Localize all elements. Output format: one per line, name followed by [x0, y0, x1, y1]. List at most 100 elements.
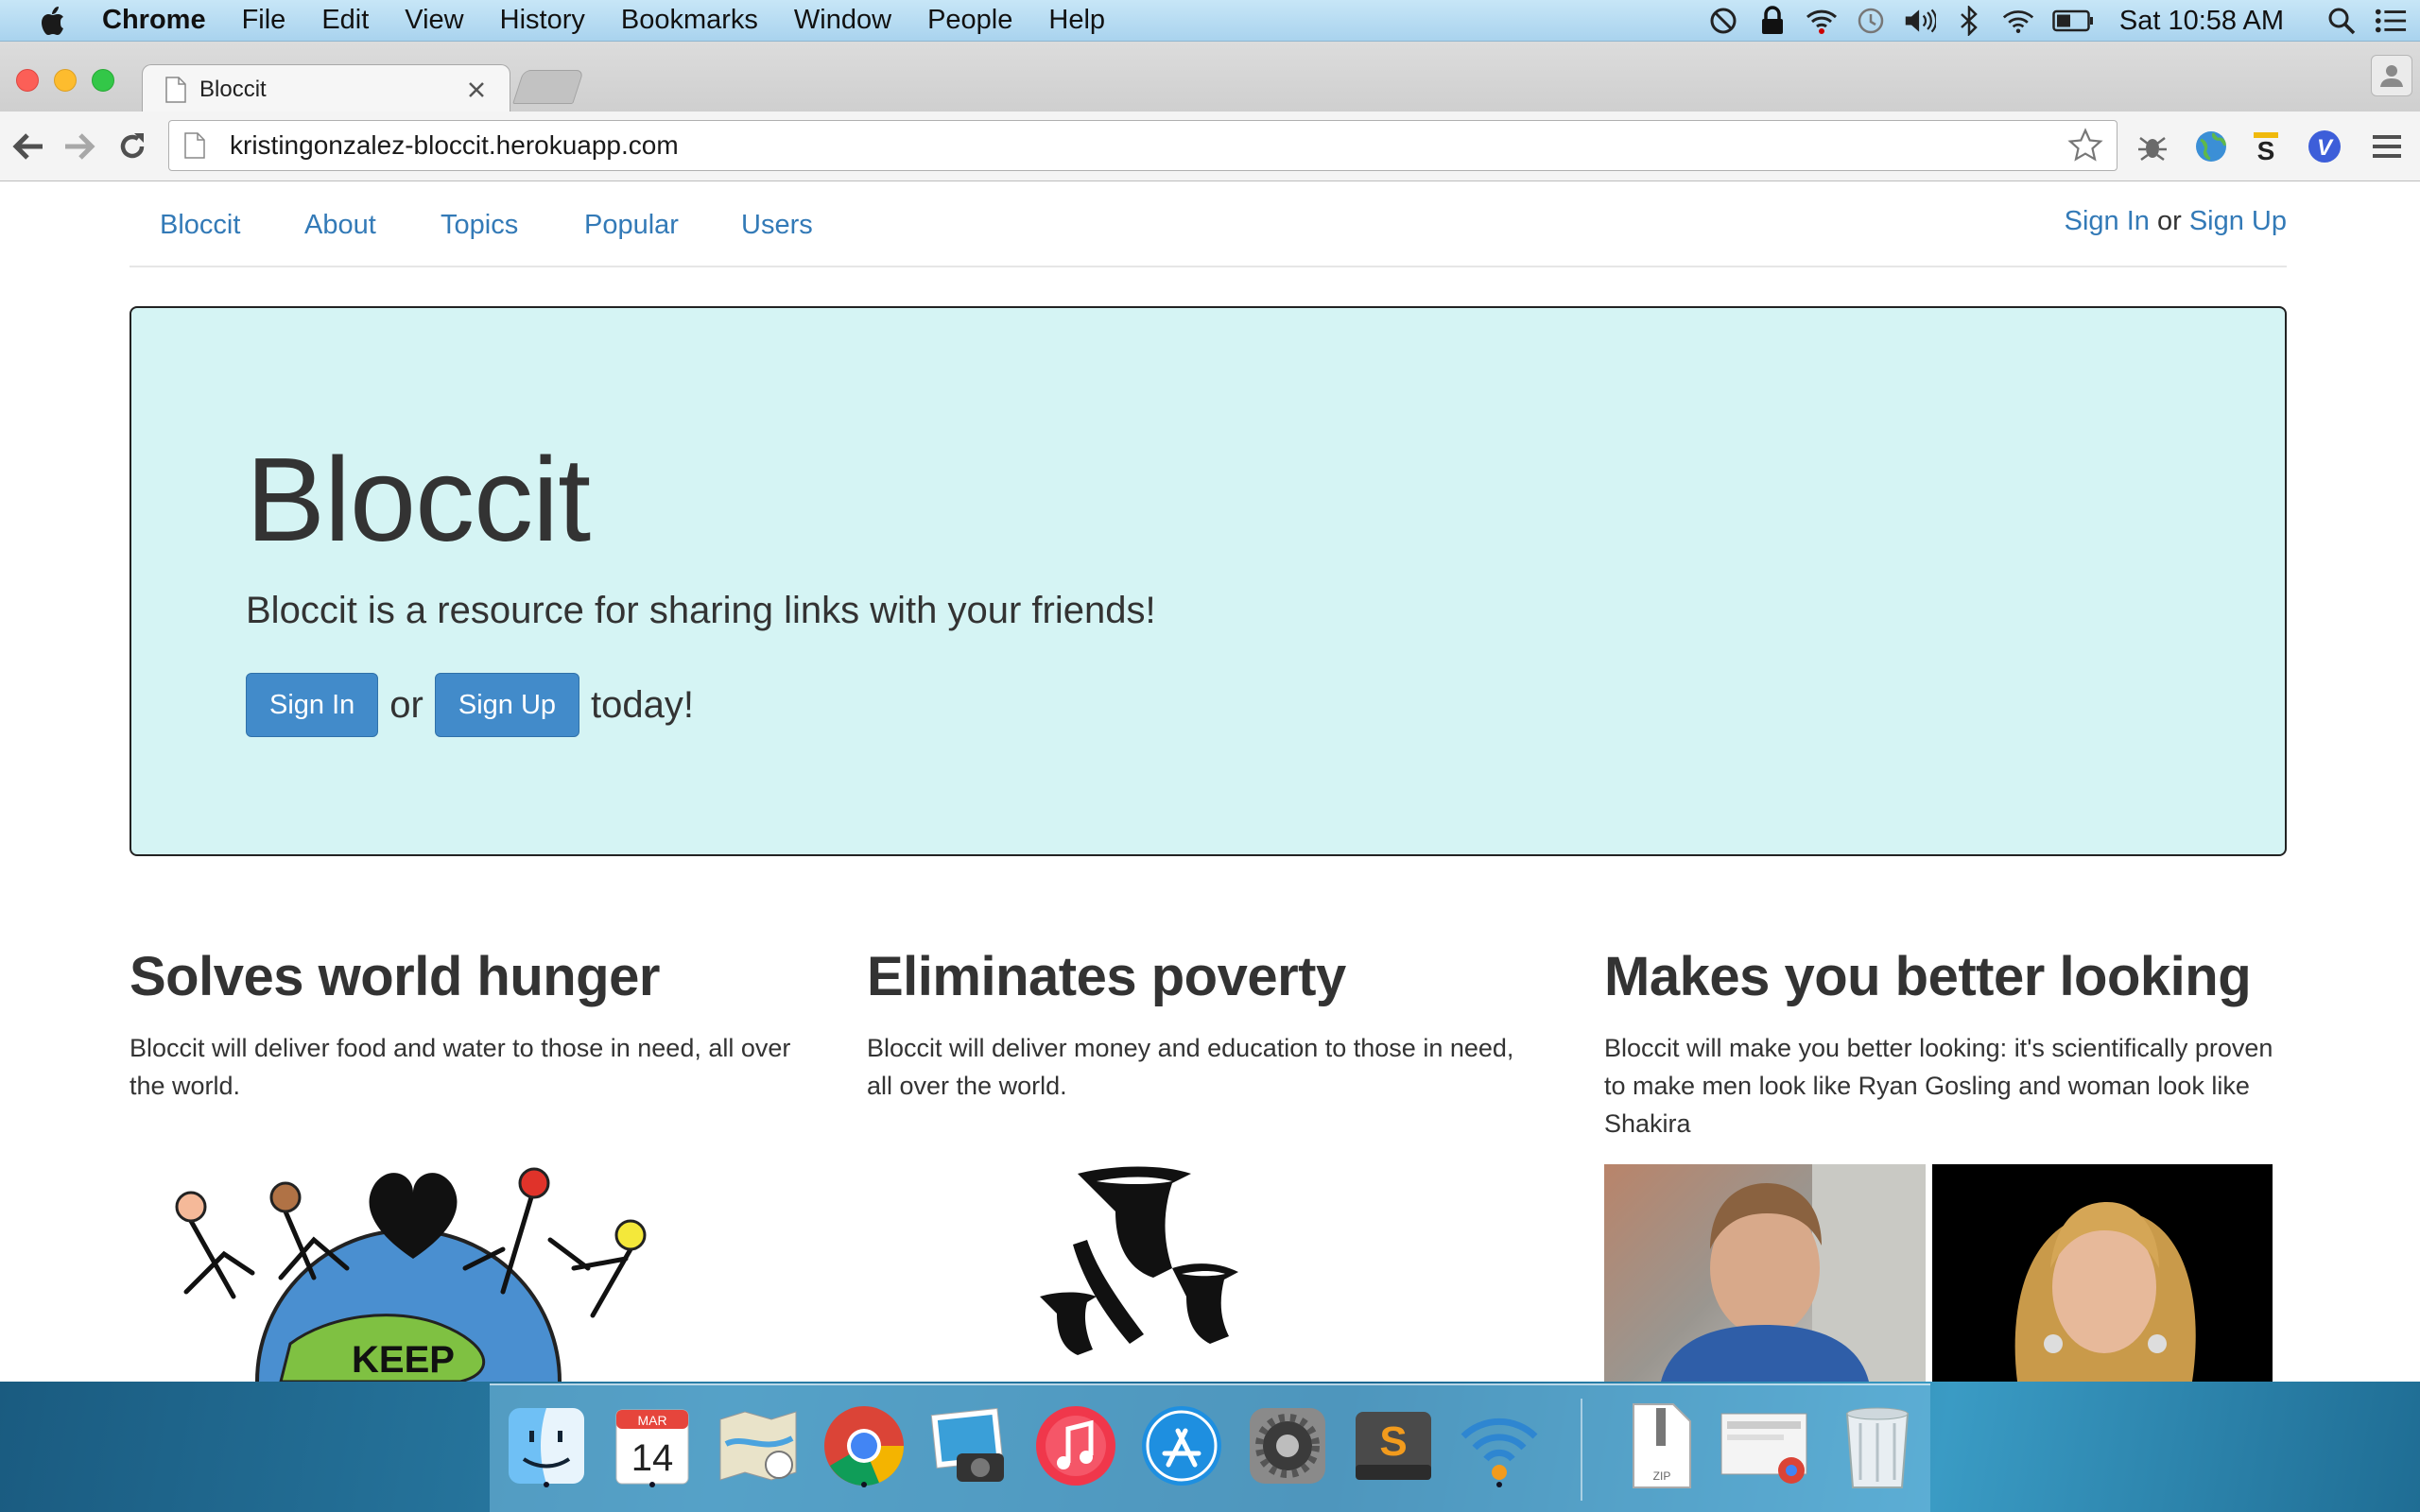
sublime-text-icon: S [1356, 1412, 1431, 1480]
web-page: Bloccit About Topics Popular Users Sign … [0, 181, 2420, 1382]
back-arrow-icon [12, 133, 43, 160]
time-machine-icon[interactable] [1855, 5, 1887, 37]
finder-icon [509, 1408, 584, 1484]
nav-bloccit[interactable]: Bloccit [160, 210, 240, 241]
extension-s-icon[interactable]: S [2246, 127, 2286, 166]
browser-toolbar: kristingonzalez-bloccit.herokuapp.com S … [0, 112, 2420, 181]
zip-label: ZIP [1653, 1469, 1671, 1483]
nav-sign-in-link[interactable]: Sign In [2065, 206, 2150, 236]
apple-logo-icon[interactable] [38, 5, 66, 37]
poverty-illustration [1030, 1155, 1276, 1382]
menu-bookmarks[interactable]: Bookmarks [621, 5, 758, 36]
reload-button[interactable] [113, 128, 151, 165]
menu-window[interactable]: Window [794, 5, 891, 36]
svg-text:S: S [2257, 136, 2275, 164]
running-indicator [649, 1482, 655, 1487]
running-indicator [861, 1482, 867, 1487]
feature-title: Makes you better looking [1604, 946, 2252, 1007]
dock-itunes[interactable] [1030, 1400, 1121, 1491]
nav-sign-up-link[interactable]: Sign Up [2189, 206, 2287, 236]
feature-title: Solves world hunger [130, 946, 660, 1007]
dock-network-utility[interactable] [1454, 1400, 1545, 1491]
notification-center-icon[interactable] [2375, 5, 2407, 37]
wifi-icon[interactable] [2002, 5, 2034, 37]
dock-finder[interactable] [501, 1400, 592, 1491]
feature-text: Bloccit will deliver food and water to t… [130, 1034, 791, 1100]
bookmark-star-icon[interactable] [2067, 128, 2103, 163]
svg-text:V: V [2317, 135, 2334, 161]
nav-about[interactable]: About [304, 210, 376, 241]
page-icon [184, 132, 205, 159]
volume-icon[interactable] [1904, 5, 1936, 37]
cta-today-text: today! [591, 683, 695, 726]
dock-iphoto[interactable] [925, 1400, 1015, 1491]
music-icon [1036, 1406, 1115, 1486]
lock-icon[interactable] [1756, 5, 1789, 37]
feature-title: Eliminates poverty [867, 946, 1346, 1007]
dock-zip-file[interactable]: ZIP [1616, 1400, 1707, 1491]
dock-sublime-text[interactable]: S [1348, 1400, 1439, 1491]
dock-trash[interactable] [1832, 1400, 1923, 1491]
menu-app-name[interactable]: Chrome [102, 5, 206, 36]
page-icon [165, 76, 186, 103]
do-not-disturb-icon[interactable] [1707, 5, 1739, 37]
downloads-stack-icon [1720, 1413, 1807, 1484]
auth-links: Sign In or Sign Up [2065, 206, 2287, 237]
tab-close-icon[interactable] [466, 79, 487, 100]
menu-edit[interactable]: Edit [321, 5, 369, 36]
dock-calendar[interactable]: MAR 14 [607, 1400, 698, 1491]
menu-people[interactable]: People [927, 5, 1012, 36]
bluetooth-icon[interactable] [1953, 5, 1985, 37]
browser-tab[interactable]: Bloccit [142, 64, 510, 113]
menu-help[interactable]: Help [1048, 5, 1105, 36]
extension-globe-icon[interactable] [2191, 127, 2231, 166]
reload-icon [120, 133, 145, 159]
wifi-lock-icon[interactable] [1806, 5, 1838, 37]
back-button[interactable] [9, 128, 47, 165]
menu-bar: Chrome File Edit View History Bookmarks … [0, 0, 2420, 42]
chrome-menu-icon[interactable] [2367, 127, 2407, 166]
menu-history[interactable]: History [500, 5, 585, 36]
window-minimize-button[interactable] [54, 69, 77, 92]
person-icon [2380, 65, 2403, 87]
dock: MAR 14 S ZIP [490, 1383, 1930, 1512]
menu-file[interactable]: File [242, 5, 286, 36]
photos-icon [930, 1407, 1004, 1482]
cta-or-text: or [389, 683, 424, 726]
dock-system-preferences[interactable] [1242, 1400, 1333, 1491]
feature-poverty: Eliminates poverty Bloccit will deliver … [867, 945, 1566, 1105]
calendar-day: 14 [631, 1437, 674, 1479]
tab-title: Bloccit [199, 76, 267, 102]
menu-clock[interactable]: Sat 10:58 AM [2119, 6, 2284, 37]
forward-button[interactable] [60, 128, 98, 165]
profile-button[interactable] [2371, 55, 2412, 96]
menu-view[interactable]: View [405, 5, 463, 36]
forward-arrow-icon [65, 133, 95, 160]
dock-chrome[interactable] [819, 1400, 909, 1491]
illustration-keep-text: KEEP [352, 1339, 455, 1381]
wifi-icon [1461, 1418, 1538, 1480]
calendar-month: MAR [637, 1413, 666, 1428]
hero-cta: Sign In or Sign Up today! [246, 673, 694, 737]
spotlight-search-icon[interactable] [2325, 5, 2358, 37]
sign-in-button[interactable]: Sign In [246, 673, 379, 737]
url-text[interactable]: kristingonzalez-bloccit.herokuapp.com [230, 130, 2067, 161]
battery-icon[interactable] [2051, 5, 2095, 37]
extension-v-icon[interactable]: V [2305, 127, 2344, 166]
nav-topics[interactable]: Topics [441, 210, 518, 241]
feature-better-looking: Makes you better looking Bloccit will ma… [1604, 945, 2304, 1143]
sign-up-button[interactable]: Sign Up [434, 673, 580, 737]
status-area: Sat 10:58 AM [1707, 0, 2420, 42]
window-zoom-button[interactable] [92, 69, 114, 92]
ryan-gosling-photo [1604, 1164, 1926, 1382]
nav-popular[interactable]: Popular [584, 210, 679, 241]
dock-separator [1581, 1399, 1582, 1501]
dock-app-store[interactable] [1136, 1400, 1227, 1491]
extension-bug-icon[interactable] [2133, 127, 2172, 166]
address-bar[interactable]: kristingonzalez-bloccit.herokuapp.com [168, 120, 2118, 171]
window-close-button[interactable] [16, 69, 39, 92]
dock-downloads-stack[interactable] [1715, 1400, 1819, 1491]
nav-users[interactable]: Users [741, 210, 813, 241]
new-tab-button[interactable] [512, 70, 584, 104]
dock-maps[interactable] [713, 1400, 804, 1491]
